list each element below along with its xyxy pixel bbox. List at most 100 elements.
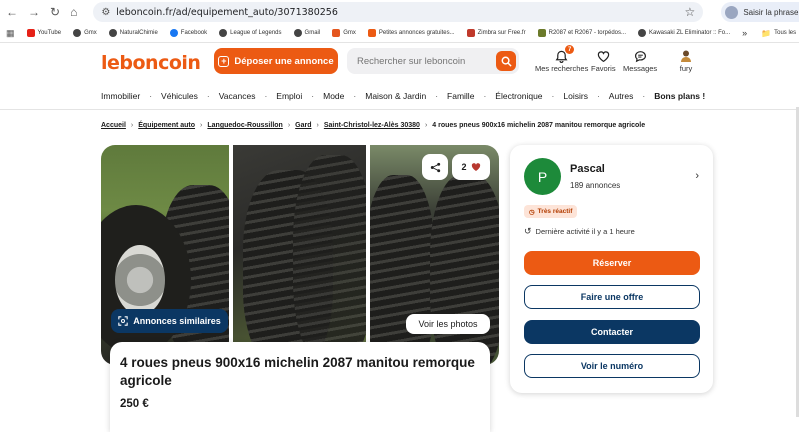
ad-price: 250 € bbox=[120, 398, 149, 410]
forum-icon bbox=[537, 29, 546, 37]
breadcrumb-link[interactable]: Saint-Christol-lez-Alès 30380 bbox=[324, 122, 420, 129]
share-icon bbox=[430, 162, 440, 172]
scan-icon bbox=[118, 316, 128, 326]
category-link[interactable]: Électronique bbox=[495, 91, 542, 101]
profile-label: Saisir la phrase secrète bbox=[743, 7, 799, 17]
bookmark-item[interactable]: Petites annonces gratuites... bbox=[367, 29, 455, 37]
messages-link[interactable]: Messages bbox=[623, 48, 657, 73]
bookmark-item[interactable]: Kawasaki ZL Eliminator :: Fo... bbox=[638, 29, 730, 37]
seller-avatar[interactable]: P bbox=[524, 158, 561, 195]
folder-icon: 📁 bbox=[761, 28, 772, 38]
category-separator: · bbox=[642, 91, 646, 101]
category-separator: · bbox=[353, 91, 357, 101]
plus-icon: + bbox=[218, 55, 230, 67]
category-link[interactable]: Véhicules bbox=[161, 91, 198, 101]
bookmark-item[interactable]: R2087 et R2067 - torpédos... bbox=[537, 29, 626, 37]
wheel-rim bbox=[115, 245, 165, 315]
breadcrumb-link[interactable]: Gard bbox=[295, 122, 311, 129]
share-button[interactable] bbox=[422, 154, 448, 180]
category-separator: · bbox=[264, 91, 268, 101]
category-separator: · bbox=[435, 91, 439, 101]
globe-icon bbox=[73, 29, 82, 37]
messages-label: Messages bbox=[623, 64, 658, 73]
forward-arrow-icon[interactable]: → bbox=[28, 5, 40, 19]
category-link[interactable]: Emploi bbox=[276, 91, 302, 101]
category-link[interactable]: Maison & Jardin bbox=[365, 91, 426, 101]
bookmarks-bar: ▦ YouTube Gmx NaturalChimie Facebook Lea… bbox=[0, 24, 799, 43]
chat-bubble-icon bbox=[634, 50, 646, 62]
gmx-icon bbox=[332, 29, 341, 37]
category-nav: Immobilier · Véhicules · Vacances · Emploi · Mod… bbox=[0, 83, 799, 110]
ad-photo-2[interactable] bbox=[233, 145, 366, 365]
bookmark-item[interactable]: League of Legends bbox=[219, 29, 282, 37]
breadcrumb-current: 4 roues pneus 900x16 michelin 2087 manit… bbox=[432, 122, 646, 129]
make-offer-button[interactable]: Faire une offre bbox=[524, 285, 700, 309]
category-link[interactable]: Immobilier bbox=[101, 91, 140, 101]
site-settings-icon[interactable]: ⚙ bbox=[101, 7, 110, 18]
breadcrumb-link[interactable]: Accueil bbox=[101, 122, 126, 129]
user-label: fury bbox=[679, 64, 693, 73]
leboncoin-logo[interactable]: leboncoin bbox=[101, 52, 201, 74]
seller-name[interactable]: Pascal bbox=[570, 163, 605, 175]
address-url[interactable]: leboncoin.fr/ad/equipement_auto/30713802… bbox=[116, 7, 678, 18]
category-link[interactable]: Autres bbox=[609, 91, 634, 101]
facebook-icon bbox=[169, 29, 178, 37]
apps-grid-icon[interactable]: ▦ bbox=[6, 28, 15, 39]
contact-button[interactable]: Contacter bbox=[524, 320, 700, 344]
breadcrumb-link[interactable]: Équipement auto bbox=[138, 122, 195, 129]
show-phone-button[interactable]: Voir le numéro bbox=[524, 354, 700, 378]
heart-filled-icon bbox=[471, 163, 480, 171]
notification-badge: 7 bbox=[565, 45, 575, 54]
bookmark-item[interactable]: Facebook bbox=[169, 29, 207, 37]
user-avatar-icon bbox=[681, 50, 691, 62]
category-link[interactable]: Mode bbox=[323, 91, 344, 101]
search-input[interactable] bbox=[357, 55, 487, 67]
reload-icon[interactable]: ↻ bbox=[50, 5, 60, 19]
category-separator: · bbox=[149, 91, 153, 101]
search-button[interactable] bbox=[496, 51, 516, 71]
heart-icon bbox=[597, 50, 610, 62]
bookmarks-overflow-icon[interactable]: » bbox=[742, 28, 747, 38]
bookmark-star-icon[interactable]: ☆ bbox=[685, 5, 696, 19]
view-photos-button[interactable]: Voir les photos bbox=[406, 314, 490, 334]
user-menu[interactable]: fury bbox=[679, 48, 693, 73]
favorite-button[interactable]: 2 bbox=[452, 154, 490, 180]
profile-button[interactable]: Saisir la phrase secrète bbox=[721, 2, 799, 22]
bookmark-item[interactable]: Gmx bbox=[73, 29, 97, 37]
bookmark-item[interactable]: Gmail bbox=[293, 29, 320, 37]
globe-icon bbox=[108, 29, 117, 37]
seller-ads-count: 189 annonces bbox=[570, 181, 621, 190]
bookmark-item[interactable]: Zimbra sur Free.fr bbox=[466, 29, 526, 37]
home-icon[interactable]: ⌂ bbox=[70, 5, 77, 19]
site-header: leboncoin + Déposer une annonce 7 Mes re… bbox=[0, 43, 799, 83]
my-searches-link[interactable]: 7 Mes recherches bbox=[535, 45, 588, 73]
category-link-deals[interactable]: Bons plans ! bbox=[654, 91, 705, 101]
last-activity: ↺ Dernière activité il y a 1 heure bbox=[524, 226, 635, 236]
bookmark-item[interactable]: YouTube bbox=[26, 29, 61, 37]
globe-icon bbox=[293, 29, 302, 37]
category-link[interactable]: Famille bbox=[447, 91, 474, 101]
chevron-right-icon[interactable]: › bbox=[695, 170, 699, 182]
bookmark-item[interactable]: NaturalChimie bbox=[108, 29, 158, 37]
back-arrow-icon[interactable]: ← bbox=[6, 5, 18, 19]
breadcrumb: Accueil › Équipement auto › Languedoc-Ro… bbox=[101, 122, 645, 129]
post-ad-button[interactable]: + Déposer une annonce bbox=[214, 48, 338, 74]
breadcrumb-separator: › bbox=[130, 122, 134, 129]
category-link[interactable]: Loisirs bbox=[563, 91, 588, 101]
category-separator: · bbox=[483, 91, 487, 101]
ad-title-card: 4 roues pneus 900x16 michelin 2087 manit… bbox=[110, 342, 490, 432]
address-bar[interactable]: ⚙ leboncoin.fr/ad/equipement_auto/307138… bbox=[93, 2, 704, 22]
reactivity-badge: ◷ Très réactif bbox=[524, 205, 578, 218]
similar-ads-button[interactable]: Annonces similaires bbox=[111, 309, 228, 333]
category-link[interactable]: Vacances bbox=[219, 91, 256, 101]
reserve-button[interactable]: Réserver bbox=[524, 251, 700, 275]
ad-title: 4 roues pneus 900x16 michelin 2087 manit… bbox=[120, 355, 475, 388]
breadcrumb-link[interactable]: Languedoc-Roussillon bbox=[207, 122, 282, 129]
favorites-link[interactable]: Favoris bbox=[591, 48, 616, 73]
category-separator: · bbox=[206, 91, 210, 101]
globe-icon bbox=[638, 29, 646, 37]
all-bookmarks-folder[interactable]: 📁 Tous les bbox=[761, 29, 796, 38]
clock-icon: ◷ bbox=[529, 208, 535, 216]
category-separator: · bbox=[551, 91, 555, 101]
bookmark-item[interactable]: Gmx bbox=[332, 29, 356, 37]
